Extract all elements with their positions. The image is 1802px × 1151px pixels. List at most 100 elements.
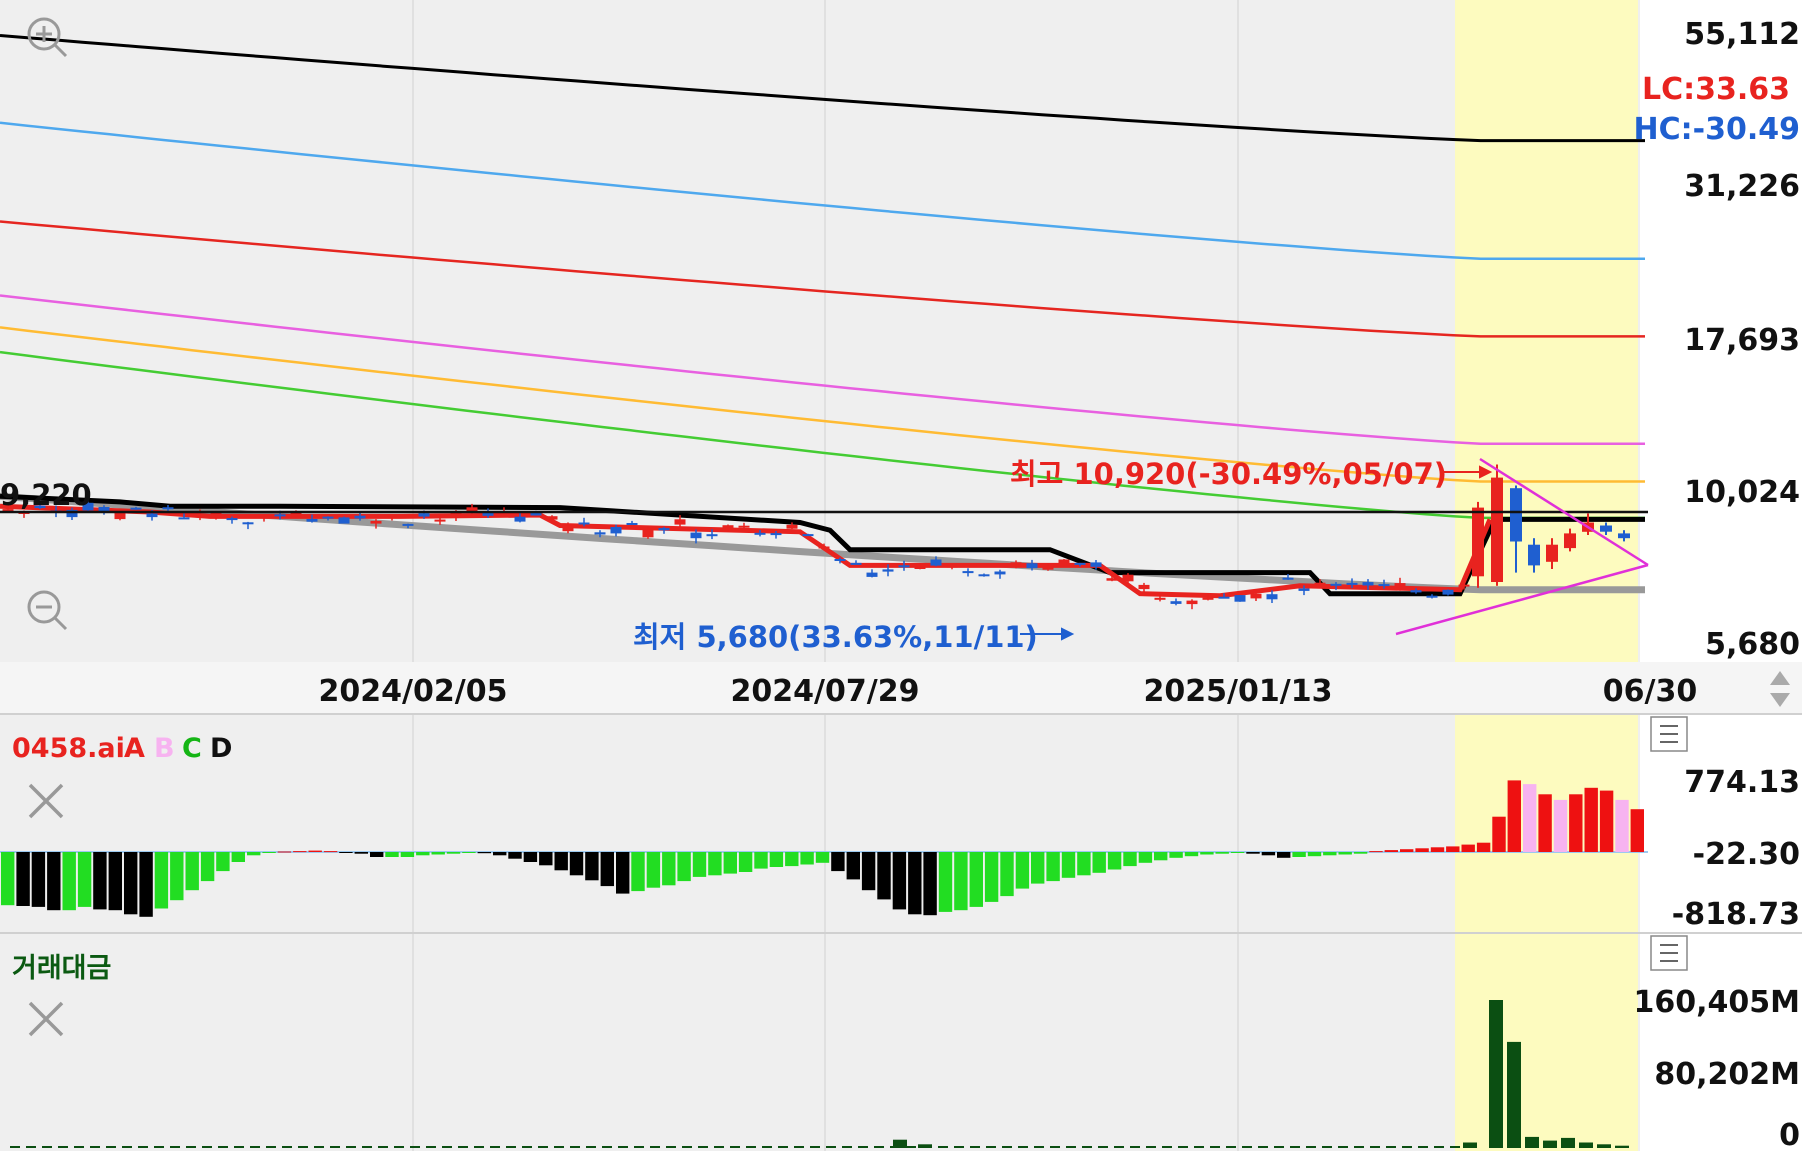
oscillator-bar — [1630, 809, 1644, 852]
oscillator-bar — [585, 852, 599, 881]
volume-bar — [938, 1146, 948, 1148]
oscillator-bar — [954, 852, 968, 911]
oscillator-bar — [1000, 852, 1014, 897]
oscillator-bar — [923, 852, 937, 916]
volume-bar — [362, 1146, 372, 1148]
candle-body — [194, 514, 206, 517]
oscillator-bar — [370, 852, 384, 857]
oscillator-bar — [493, 852, 507, 856]
candle-body — [338, 517, 350, 524]
oscillator-bar — [1138, 852, 1153, 863]
menu-icon[interactable] — [1650, 935, 1688, 971]
candle-body — [258, 516, 270, 519]
candle-body — [882, 569, 894, 572]
candle-body — [738, 525, 750, 528]
candle-body — [210, 512, 222, 518]
candle-body — [450, 512, 462, 518]
candle-body — [930, 559, 942, 566]
price-tick-5: 5,680 — [1705, 627, 1800, 662]
volume-bar — [234, 1146, 244, 1148]
candle-body — [1282, 577, 1294, 580]
candle-body — [322, 516, 334, 519]
oscillator-bar — [846, 852, 860, 880]
oscillator-bar — [769, 852, 784, 867]
volume-bar — [330, 1146, 340, 1148]
volume-bar — [474, 1146, 484, 1148]
oscillator-bar — [523, 852, 538, 862]
volume-bar — [1615, 1145, 1629, 1148]
candle-body — [722, 525, 734, 529]
volume-bar — [1002, 1146, 1012, 1148]
volume-bar — [954, 1146, 964, 1148]
volume-bar — [1082, 1146, 1092, 1148]
oscillator-bar — [477, 852, 491, 854]
candle-body — [674, 519, 686, 525]
candle-body — [1234, 595, 1246, 602]
candle-body — [786, 524, 798, 529]
oscillator-bar — [723, 852, 737, 874]
candle-body — [1010, 562, 1022, 565]
volume-bar — [250, 1146, 260, 1148]
candle-body — [242, 522, 254, 525]
date-tick-4: 06/30 — [1603, 674, 1697, 709]
stock-chart[interactable]: 9,220 최고 10,920(-30.49%,05/07) 최저 5,680(… — [0, 0, 1802, 1151]
oscillator-bar — [1200, 852, 1214, 855]
candle-body — [1458, 584, 1470, 587]
volume-bar — [410, 1146, 420, 1148]
volume-bar — [666, 1146, 676, 1148]
candle-body — [1154, 597, 1166, 600]
candle-body — [178, 517, 190, 520]
oscillator-bar — [1246, 852, 1260, 854]
candle-body — [834, 559, 846, 561]
oscillator-bar — [1, 852, 15, 906]
candle-body — [1090, 562, 1102, 567]
volume-bar — [826, 1146, 836, 1148]
oscillator-bar — [1415, 848, 1429, 852]
oscillator-bar — [1353, 852, 1368, 854]
candle-body — [946, 565, 958, 568]
osc-label-c: C — [182, 733, 202, 764]
oscillator-bar — [616, 852, 630, 894]
menu-icon[interactable] — [1650, 716, 1688, 752]
oscillator-bar — [646, 852, 661, 888]
osc-label-b: B — [154, 733, 175, 764]
oscillator-bar — [754, 852, 768, 869]
oscillator-bar — [831, 852, 845, 872]
oscillator-bar — [1430, 847, 1445, 852]
volume-bar — [394, 1146, 404, 1148]
volume-bar — [490, 1146, 500, 1148]
candle-body — [1250, 593, 1262, 599]
volume-bar — [1066, 1146, 1076, 1148]
volume-bar — [1322, 1146, 1332, 1148]
oscillator-panel-bg — [0, 714, 1640, 932]
candle-body — [1491, 477, 1503, 582]
candle-body — [514, 516, 526, 522]
chart-svg[interactable]: 9,220 최고 10,920(-30.49%,05/07) 최저 5,680(… — [0, 0, 1802, 1151]
volume-bar — [1242, 1146, 1252, 1148]
oscillator-bar — [738, 852, 753, 872]
oscillator-bar — [892, 852, 907, 910]
candle-body — [1218, 596, 1230, 599]
oscillator-bar — [1061, 852, 1076, 878]
candle-body — [706, 534, 718, 537]
oscillator-bar — [539, 852, 553, 866]
candle-body — [658, 528, 670, 531]
volume-bar — [138, 1146, 148, 1148]
volume-bar — [810, 1146, 820, 1148]
oscillator-bar — [554, 852, 568, 871]
oscillator-bar — [185, 852, 199, 891]
candle-body — [130, 507, 142, 510]
volume-bar — [1386, 1146, 1396, 1148]
oscillator-bar — [1599, 790, 1614, 852]
oscillator-bar — [1615, 799, 1629, 852]
candle-body — [306, 519, 318, 522]
oscillator-bar — [1538, 794, 1552, 852]
volume-bar — [1162, 1146, 1172, 1148]
candle-body — [1170, 601, 1182, 604]
candle-body — [1378, 584, 1390, 587]
candle-body — [578, 522, 590, 525]
osc-label-a: A — [124, 733, 145, 764]
candle-body — [274, 514, 286, 517]
candle-body — [642, 529, 654, 538]
volume-bar — [794, 1146, 804, 1148]
